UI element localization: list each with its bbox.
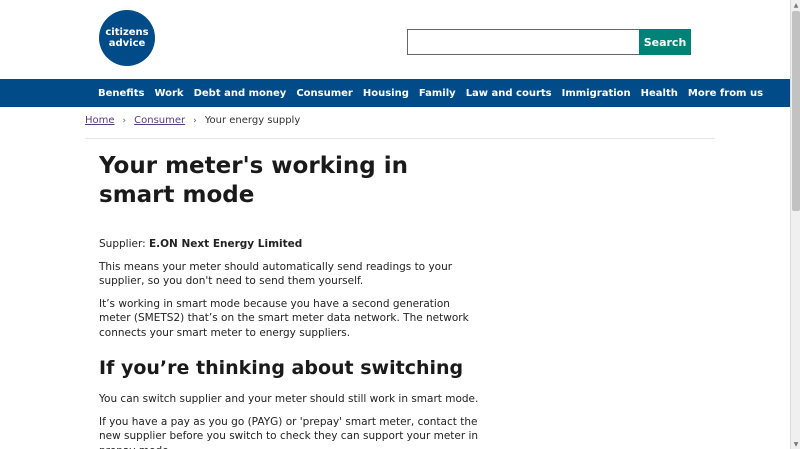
section-title-switching: If you’re thinking about switching <box>99 357 464 379</box>
site-header: citizens advice Search <box>0 0 790 79</box>
main-content: Your meter's working in smart mode Suppl… <box>99 152 484 449</box>
nav-item-benefits[interactable]: Benefits <box>93 88 149 99</box>
scrollbar-thumb[interactable] <box>792 11 800 211</box>
breadcrumb-divider <box>85 138 715 139</box>
supplier-line: Supplier: E.ON Next Energy Limited <box>99 237 484 252</box>
breadcrumb-home-link[interactable]: Home <box>85 115 115 126</box>
search-button[interactable]: Search <box>639 29 691 55</box>
paragraph-smart-readings: This means your meter should automatical… <box>99 260 453 288</box>
chevron-right-icon: › <box>193 115 197 126</box>
search-form: Search <box>407 29 691 55</box>
nav-item-housing[interactable]: Housing <box>358 88 414 99</box>
nav-item-consumer[interactable]: Consumer <box>291 88 358 99</box>
vertical-scrollbar[interactable]: ▲ ▼ <box>790 0 800 449</box>
nav-item-work[interactable]: Work <box>149 88 188 99</box>
nav-item-family[interactable]: Family <box>414 88 461 99</box>
main-navigation: Benefits Work Debt and money Consumer Ho… <box>0 79 790 107</box>
nav-item-more-from-us[interactable]: More from us <box>683 88 768 99</box>
supplier-name: E.ON Next Energy Limited <box>148 238 303 250</box>
logo-line-2: advice <box>108 38 146 49</box>
scroll-up-arrow-icon[interactable]: ▲ <box>791 0 800 10</box>
search-input[interactable] <box>407 29 639 55</box>
nav-item-immigration[interactable]: Immigration <box>557 88 636 99</box>
breadcrumb: Home › Consumer › Your energy supply <box>85 115 300 126</box>
breadcrumb-consumer-link[interactable]: Consumer <box>134 115 185 126</box>
nav-item-law-and-courts[interactable]: Law and courts <box>461 88 557 99</box>
logo-line-1: citizens <box>105 27 149 38</box>
paragraph-switch-supplier: You can switch supplier and your meter s… <box>99 393 479 405</box>
scroll-down-arrow-icon[interactable]: ▼ <box>791 439 800 449</box>
nav-item-health[interactable]: Health <box>636 88 683 99</box>
paragraph-smets2: It’s working in smart mode because you h… <box>99 297 469 339</box>
paragraph-payg: If you have a pay as you go (PAYG) or 'p… <box>99 415 479 449</box>
chevron-right-icon: › <box>122 115 127 126</box>
citizens-advice-logo[interactable]: citizens advice <box>99 10 155 66</box>
page-title: Your meter's working in smart mode <box>99 153 408 208</box>
nav-item-debt-and-money[interactable]: Debt and money <box>189 88 292 99</box>
supplier-label: Supplier: <box>99 238 149 250</box>
breadcrumb-current: Your energy supply <box>204 115 301 126</box>
